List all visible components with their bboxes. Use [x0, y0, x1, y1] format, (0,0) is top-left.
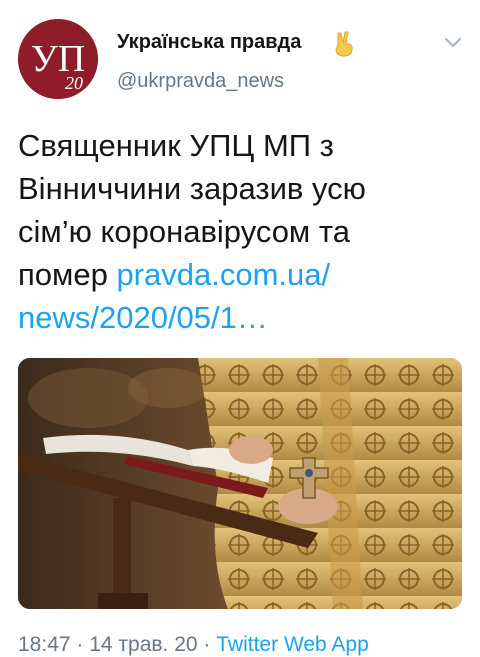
tweet-text-line: Вінниччини заразив усю	[18, 171, 366, 206]
priest-with-cross-photo	[18, 358, 462, 609]
avatar[interactable]: УП 20	[18, 19, 98, 99]
tweet-date[interactable]: 14 трав. 20	[89, 633, 197, 656]
tweet-text-segment: помер	[18, 257, 117, 292]
tweet-text: Священник УПЦ МП з Вінниччини заразив ус…	[18, 124, 468, 339]
tweet-meta: 18:47 · 14 трав. 20 · Twitter Web App	[18, 633, 369, 657]
author-name[interactable]: Українська правда	[117, 31, 301, 54]
tweet-media-image[interactable]	[18, 358, 462, 609]
tweet-text-line-with-link: помер pravda.com.ua/	[18, 253, 468, 296]
tweet-link[interactable]: pravda.com.ua/	[116, 257, 330, 292]
chevron-down-icon[interactable]	[442, 34, 464, 52]
victory-hand-icon	[335, 31, 353, 57]
tweet-text-line: сім’ю коронавірусом та	[18, 214, 350, 249]
avatar-logo: УП 20	[18, 19, 98, 99]
tweet-link-continuation: news/2020/05/1…	[18, 296, 468, 339]
tweet-time[interactable]: 18:47	[18, 633, 71, 656]
meta-separator: ·	[70, 633, 90, 656]
tweet-text-line: Священник УПЦ МП з	[18, 128, 334, 163]
tweet-source-app[interactable]: Twitter Web App	[216, 633, 369, 656]
author-handle[interactable]: @ukrpravda_news	[117, 70, 284, 93]
meta-separator: ·	[197, 633, 217, 656]
tweet-link[interactable]: news/2020/05/1…	[18, 300, 268, 335]
avatar-badge: 20	[65, 73, 83, 93]
